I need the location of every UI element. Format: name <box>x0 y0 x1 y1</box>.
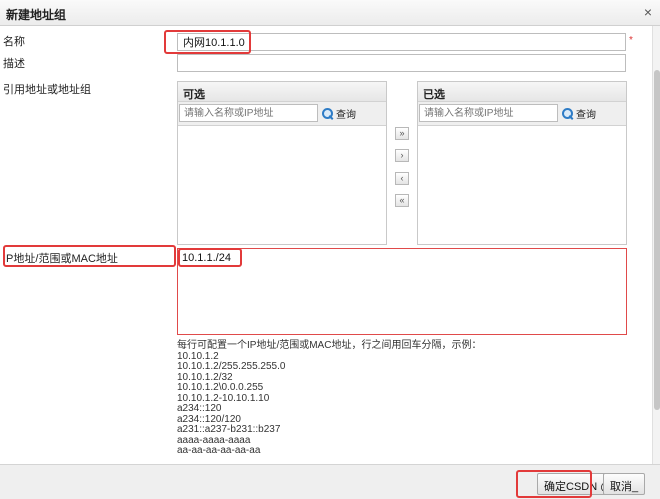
hint-intro: 每行可配置一个IP地址/范围或MAC地址，行之间用回车分隔，示例： <box>177 340 482 351</box>
add-button[interactable]: › <box>395 149 409 162</box>
remove-button[interactable]: ‹ <box>395 172 409 185</box>
name-label: 名称 <box>3 36 25 48</box>
selected-title: 已选 <box>418 82 626 102</box>
dialog-footer: 确定CSDN @ 取消_ <box>0 464 660 499</box>
selected-search-label: 查询 <box>576 110 596 121</box>
cancel-button[interactable]: 取消_ <box>603 473 646 495</box>
available-search-bar: 查询 <box>178 102 386 126</box>
ip-textarea-value: 10.1.1./24 <box>182 252 231 264</box>
ip-textarea[interactable]: 10.1.1./24 <box>177 248 627 335</box>
hint-example: aa-aa-aa-aa-aa-aa <box>177 445 261 456</box>
ip-label: IP地址/范围或MAC地址 <box>3 253 118 265</box>
search-icon <box>562 108 573 119</box>
add-all-button[interactable]: » <box>395 127 409 140</box>
available-search-button[interactable]: 查询 <box>322 106 356 121</box>
close-icon[interactable]: × <box>644 4 652 20</box>
hint-example: 10.10.1.2-10.10.1.10 <box>177 392 270 404</box>
selected-search-input[interactable] <box>419 104 558 122</box>
available-list[interactable] <box>178 126 386 244</box>
hint-example: 10.10.1.2/255.255.255.0 <box>177 361 286 372</box>
format-hint: 每行可配置一个IP地址/范围或MAC地址，行之间用回车分隔，示例： 10.10.… <box>177 340 482 457</box>
required-mark: * <box>629 35 633 46</box>
hint-example: a234::120 <box>177 403 222 414</box>
selected-panel: 已选 查询 <box>417 81 627 245</box>
desc-label: 描述 <box>3 58 25 70</box>
desc-input[interactable] <box>177 54 626 72</box>
available-search-input[interactable] <box>179 104 318 122</box>
selected-search-button[interactable]: 查询 <box>562 106 596 121</box>
available-title: 可选 <box>178 82 386 102</box>
search-icon <box>322 108 333 119</box>
selected-list[interactable] <box>418 126 626 244</box>
name-input[interactable] <box>177 33 626 51</box>
dialog-titlebar: 新建地址组 × <box>0 0 660 26</box>
hint-example: 10.10.1.2\0.0.0.255 <box>177 382 264 393</box>
available-panel: 可选 查询 <box>177 81 387 245</box>
ref-label: 引用地址或地址组 <box>3 84 91 96</box>
hint-example: a231::a237-b231::b237 <box>177 424 281 435</box>
selected-search-bar: 查询 <box>418 102 626 126</box>
dialog-title: 新建地址组 <box>6 8 67 22</box>
remove-all-button[interactable]: « <box>395 194 409 207</box>
scrollbar-thumb[interactable] <box>654 70 660 410</box>
available-search-label: 查询 <box>336 110 356 121</box>
dialog-scrollbar[interactable] <box>652 26 660 464</box>
